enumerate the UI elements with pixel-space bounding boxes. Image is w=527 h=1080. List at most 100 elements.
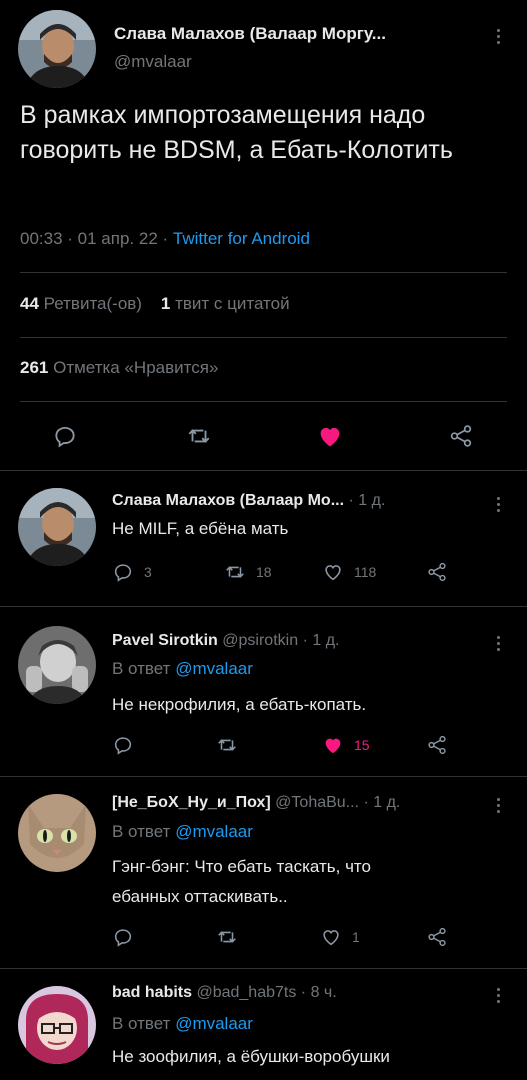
reply-button[interactable] [52, 423, 78, 449]
tweet-text: В рамках импортозамещения надо говорить … [20, 101, 453, 164]
reply-time[interactable]: 1 д. [312, 632, 339, 649]
share-button[interactable] [426, 926, 448, 948]
meta-separator: · [348, 492, 359, 509]
heart-filled-icon [325, 738, 341, 754]
reply-icon [114, 564, 132, 582]
like-button[interactable]: 15 [322, 734, 370, 756]
avatar[interactable] [18, 626, 96, 704]
reply-to-line: В ответ @mvalaar [112, 1014, 253, 1034]
retweets-label: Ретвита(-ов) [43, 294, 142, 313]
reply-to-prefix: В ответ [112, 822, 171, 841]
tweet-time: 00:33 [20, 229, 63, 248]
like-button[interactable]: 1 [320, 926, 360, 948]
reply-count: 3 [144, 564, 152, 580]
retweet-button[interactable] [216, 734, 238, 756]
reply-text: Не некрофилия, а ебать-копать. [112, 695, 367, 714]
share-button[interactable] [426, 734, 448, 756]
like-count: 1 [352, 929, 360, 945]
more-options-icon[interactable] [488, 24, 508, 48]
like-button[interactable] [316, 422, 344, 450]
reply-to-prefix: В ответ [112, 1014, 171, 1033]
avatar[interactable] [18, 794, 96, 872]
like-count: 15 [354, 737, 370, 753]
divider [20, 272, 507, 273]
reply-author-handle[interactable]: @bad_hab7ts [196, 984, 296, 1001]
reply-icon [114, 737, 132, 755]
heart-outline-icon [325, 565, 341, 581]
share-icon [428, 927, 446, 947]
reply-to-link[interactable]: @mvalaar [175, 659, 253, 678]
retweet-icon [218, 931, 236, 943]
reply-author-name[interactable]: Слава Малахов (Валаар Мо... [112, 492, 344, 509]
author-name[interactable]: Слава Малахов (Валаар Моргу... [114, 24, 386, 44]
divider [0, 470, 527, 471]
reply-author-name[interactable]: bad habits [112, 984, 192, 1001]
tweet-meta: 00:33 · 01 апр. 22 · Twitter for Android [20, 229, 310, 249]
reply-header: Pavel Sirotkin @psirotkin · 1 д. [112, 632, 339, 650]
heart-outline-icon [323, 930, 339, 946]
retweet-icon [188, 429, 210, 443]
reply-to-link[interactable]: @mvalaar [175, 1014, 253, 1033]
retweet-button[interactable] [186, 423, 212, 449]
avatar[interactable] [18, 488, 96, 566]
like-button[interactable]: 118 [322, 561, 376, 583]
retweet-count: 18 [256, 564, 272, 580]
reply-header: Слава Малахов (Валаар Мо... · 1 д. [112, 492, 385, 510]
share-icon [428, 735, 446, 755]
reply-text-line: Гэнг-бэнг: Что ебать таскать, что [112, 857, 371, 876]
meta-separator: · [363, 794, 374, 811]
tweet-client-link[interactable]: Twitter for Android [173, 229, 310, 248]
author-handle[interactable]: @mvalaar [114, 52, 192, 72]
divider [20, 337, 507, 338]
more-options-icon[interactable] [488, 631, 508, 655]
reply-header: bad habits @bad_hab7ts · 8 ч. [112, 984, 337, 1002]
reply-icon [114, 929, 132, 947]
reply-to-line: В ответ @mvalaar [112, 659, 253, 679]
quotes-count: 1 [160, 294, 171, 313]
reply-button[interactable] [112, 926, 134, 948]
reply-author-handle[interactable]: @TohaBu... [275, 794, 359, 811]
like-count: 118 [354, 564, 377, 580]
retweet-icon [218, 739, 236, 751]
reply-time[interactable]: 1 д. [358, 492, 385, 509]
divider [0, 776, 527, 777]
reply-text: Не зоофилия, а ёбушки-воробушки [112, 1047, 390, 1066]
more-options-icon[interactable] [488, 983, 508, 1007]
reply-time[interactable]: 1 д. [373, 794, 400, 811]
share-icon [450, 425, 472, 447]
avatar[interactable] [18, 10, 96, 88]
divider [20, 401, 507, 402]
heart-filled-icon [320, 427, 340, 447]
retweet-button[interactable]: 18 [224, 561, 272, 583]
reply-text: Не MILF, а ебёна мать [112, 519, 289, 538]
likes-label: Отметка «Нравится» [53, 358, 219, 377]
reply-button[interactable]: 3 [112, 561, 152, 583]
reply-time[interactable]: 8 ч. [311, 984, 337, 1001]
share-icon [428, 562, 446, 582]
share-button[interactable] [448, 423, 474, 449]
reply-to-line: В ответ @mvalaar [112, 822, 253, 842]
meta-separator: · [67, 229, 78, 248]
tweet-date: 01 апр. 22 [77, 229, 158, 248]
reply-to-link[interactable]: @mvalaar [175, 822, 253, 841]
reply-header: [Не_БоХ_Ну_и_Пох] @TohaBu... · 1 д. [112, 794, 400, 812]
reply-author-name[interactable]: [Не_БоХ_Ну_и_Пох] [112, 794, 271, 811]
avatar[interactable] [18, 986, 96, 1064]
like-stats[interactable]: 261 Отметка «Нравится» [20, 358, 218, 378]
meta-separator: · [300, 984, 311, 1001]
more-options-icon[interactable] [488, 492, 508, 516]
reply-author-handle[interactable]: @psirotkin [222, 632, 298, 649]
more-options-icon[interactable] [488, 793, 508, 817]
retweet-stats[interactable]: 44 Ретвита(-ов) 1 твит с цитатой [20, 294, 290, 314]
meta-separator: · [302, 632, 313, 649]
likes-count: 261 [20, 358, 49, 377]
reply-icon [55, 426, 75, 448]
retweet-icon [226, 566, 244, 578]
reply-button[interactable] [112, 734, 134, 756]
share-button[interactable] [426, 561, 448, 583]
retweets-count: 44 [20, 294, 39, 313]
divider [0, 606, 527, 607]
reply-author-name[interactable]: Pavel Sirotkin [112, 632, 218, 649]
retweet-button[interactable] [216, 926, 238, 948]
reply-to-prefix: В ответ [112, 659, 171, 678]
